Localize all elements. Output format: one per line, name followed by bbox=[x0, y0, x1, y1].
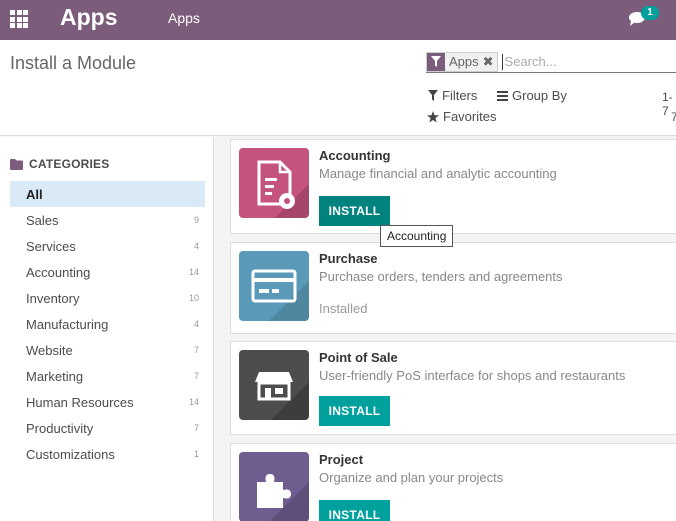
facet-remove-icon[interactable]: ✖ bbox=[482, 52, 497, 71]
favorites-button[interactable]: Favorites bbox=[427, 109, 496, 124]
category-item-manufacturing[interactable]: Manufacturing 4 bbox=[10, 311, 205, 337]
nav-menu-apps[interactable]: Apps bbox=[168, 10, 200, 26]
category-item-productivity[interactable]: Productivity 7 bbox=[10, 415, 205, 441]
category-list: All Sales 9 Services 4 Accounting 14 Invent… bbox=[10, 181, 205, 467]
filter-icon bbox=[427, 52, 445, 71]
install-button-point-of-sale[interactable]: INSTALL bbox=[319, 396, 390, 426]
nav-brand: Apps bbox=[60, 4, 118, 30]
app-card-accounting: Accounting Manage financial and analytic… bbox=[230, 139, 676, 234]
categories-header: CATEGORIES bbox=[10, 157, 109, 171]
search-bar: Apps ✖ bbox=[426, 51, 676, 73]
categories-header-label: CATEGORIES bbox=[29, 157, 110, 171]
category-label: Services bbox=[26, 238, 76, 254]
tooltip: Accounting bbox=[380, 225, 454, 247]
category-item-services[interactable]: Services 4 bbox=[10, 233, 205, 259]
bars-icon bbox=[497, 90, 508, 101]
category-item-sales[interactable]: Sales 9 bbox=[10, 207, 205, 233]
app-card-project: Project Organize and plan your projects … bbox=[230, 443, 676, 521]
category-label: Customizations bbox=[26, 446, 115, 462]
category-label: Website bbox=[26, 342, 73, 358]
app-name: Point of Sale bbox=[319, 350, 398, 365]
control-panel: Install a Module Apps ✖ Filters Group By… bbox=[0, 40, 676, 136]
filter-icon bbox=[428, 90, 438, 101]
category-label: Manufacturing bbox=[26, 316, 109, 332]
folder-icon bbox=[10, 158, 23, 170]
app-name: Project bbox=[319, 452, 364, 467]
category-item-marketing[interactable]: Marketing 7 bbox=[10, 363, 205, 389]
project-app-icon bbox=[239, 452, 309, 521]
category-label: Productivity bbox=[26, 420, 94, 436]
category-label: Marketing bbox=[26, 368, 84, 384]
top-navbar: Apps Apps 1 bbox=[0, 0, 676, 40]
category-label: Sales bbox=[26, 212, 59, 228]
category-count: 9 bbox=[193, 215, 199, 225]
category-count: 4 bbox=[193, 319, 199, 329]
group-by-button[interactable]: Group By bbox=[497, 88, 567, 103]
search-input[interactable] bbox=[501, 53, 672, 70]
accounting-app-icon bbox=[239, 148, 309, 218]
category-item-website[interactable]: Website 7 bbox=[10, 337, 205, 363]
category-item-inventory[interactable]: Inventory 10 bbox=[10, 285, 205, 311]
installed-label: Installed bbox=[319, 301, 368, 316]
category-sidebar: CATEGORIES All Sales 9 Services 4 Accounti… bbox=[0, 137, 214, 521]
category-item-accounting[interactable]: Accounting 14 bbox=[10, 259, 205, 285]
filters-button[interactable]: Filters bbox=[428, 88, 477, 103]
install-button-project[interactable]: INSTALL bbox=[319, 500, 390, 521]
install-button-accounting[interactable]: INSTALL bbox=[319, 196, 390, 226]
category-count: 10 bbox=[188, 293, 199, 303]
category-count: 7 bbox=[193, 423, 199, 433]
category-count: 7 bbox=[193, 371, 199, 381]
category-item-all[interactable]: All bbox=[10, 181, 205, 207]
filters-label: Filters bbox=[442, 88, 478, 103]
star-icon bbox=[427, 110, 439, 122]
app-name: Accounting bbox=[319, 148, 391, 163]
favorites-label: Favorites bbox=[443, 109, 497, 124]
category-label: Inventory bbox=[26, 290, 80, 306]
app-card-purchase: Purchase Purchase orders, tenders and ag… bbox=[230, 242, 676, 334]
app-summary: User-friendly PoS interface for shops an… bbox=[319, 368, 626, 383]
facet-label: Apps bbox=[445, 52, 483, 71]
purchase-app-icon bbox=[239, 251, 309, 321]
category-count: 14 bbox=[188, 397, 199, 407]
app-summary: Manage financial and analytic accounting bbox=[319, 166, 557, 181]
app-summary: Purchase orders, tenders and agreements bbox=[319, 269, 563, 284]
chat-badge: 1 bbox=[641, 6, 659, 20]
category-label: Accounting bbox=[26, 264, 91, 280]
app-switcher-icon[interactable] bbox=[10, 10, 28, 28]
group-by-label: Group By bbox=[512, 88, 567, 103]
app-summary: Organize and plan your projects bbox=[319, 470, 504, 485]
category-count: 7 bbox=[193, 345, 199, 355]
app-card-point-of-sale: Point of Sale User-friendly PoS interfac… bbox=[230, 341, 676, 435]
category-label: All bbox=[26, 186, 43, 202]
category-label: Human Resources bbox=[26, 394, 134, 410]
chat-button[interactable]: 1 bbox=[628, 6, 662, 30]
page-title: Install a Module bbox=[10, 53, 137, 73]
app-name: Purchase bbox=[319, 251, 378, 266]
category-count: 1 bbox=[193, 449, 199, 459]
category-item-human-resources[interactable]: Human Resources 14 bbox=[10, 389, 205, 415]
pager-total: 7 bbox=[671, 110, 676, 124]
category-count: 4 bbox=[193, 241, 199, 251]
point-of-sale-app-icon bbox=[239, 350, 309, 420]
category-count: 14 bbox=[188, 267, 199, 277]
category-item-customizations[interactable]: Customizations 1 bbox=[10, 441, 205, 467]
search-facet: Apps ✖ bbox=[426, 51, 498, 72]
